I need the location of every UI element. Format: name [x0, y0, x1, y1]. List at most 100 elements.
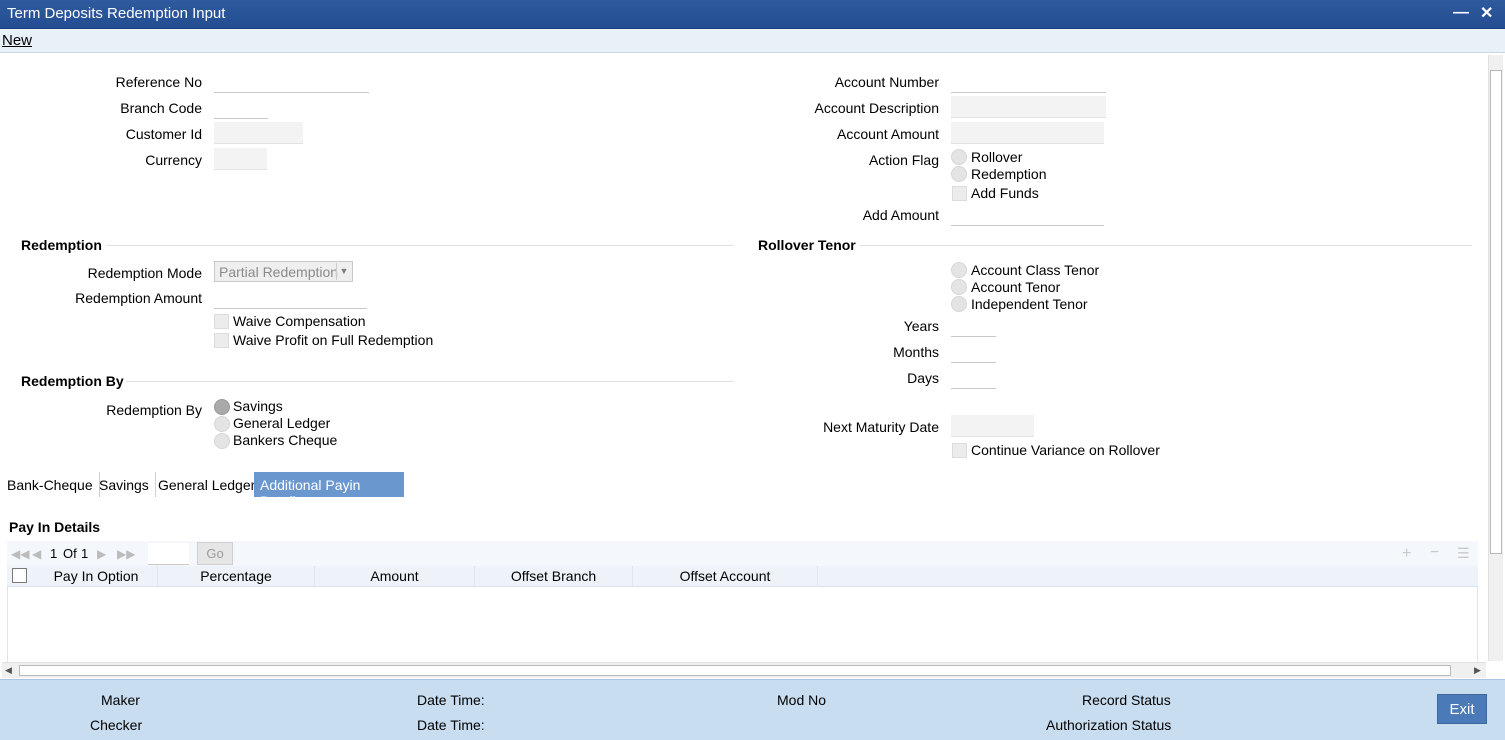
scrollbar-thumb[interactable] [1490, 70, 1502, 554]
redemption-by-section-title: Redemption By [21, 373, 124, 389]
select-all-checkbox[interactable] [12, 568, 27, 583]
account-description-field[interactable] [951, 96, 1106, 118]
horizontal-scroll-thumb[interactable] [19, 665, 1451, 676]
days-label: Days [907, 370, 939, 386]
page-number-input[interactable] [148, 543, 189, 565]
total-pages: 1 [81, 546, 89, 561]
add-funds-checkbox[interactable] [952, 186, 967, 201]
rollover-tenor-section-title: Rollover Tenor [758, 237, 856, 253]
savings-radio[interactable] [214, 399, 230, 415]
account-description-label: Account Description [814, 100, 939, 116]
tab-general-ledger[interactable]: General Ledger [152, 472, 263, 497]
close-icon[interactable]: ✕ [1480, 3, 1493, 23]
view-rows-icon[interactable]: ☰ [1457, 545, 1470, 562]
checker-label: Checker [90, 717, 143, 733]
exit-button[interactable]: Exit [1437, 694, 1487, 724]
bankers-cheque-radio[interactable] [214, 433, 230, 449]
currency-label: Currency [145, 152, 202, 168]
horizontal-scrollbar[interactable]: ◀ ▶ [2, 662, 1486, 678]
section-divider [106, 245, 734, 246]
tab-bank-cheque[interactable]: Bank-Cheque [1, 472, 100, 497]
first-page-icon[interactable]: ◀◀ [11, 547, 29, 561]
new-link[interactable]: New [2, 32, 32, 49]
next-page-icon[interactable]: ▶ [97, 547, 106, 561]
add-amount-label: Add Amount [862, 207, 939, 223]
last-page-icon[interactable]: ▶▶ [117, 547, 135, 561]
redemption-mode-value: Partial Redemption [219, 264, 339, 280]
branch-code-field[interactable] [214, 97, 268, 119]
months-field[interactable] [951, 341, 996, 363]
current-page: 1 [50, 546, 58, 561]
account-amount-field[interactable] [951, 122, 1104, 144]
section-divider [860, 245, 1472, 246]
waive-profit-checkbox[interactable] [214, 333, 229, 348]
page-of-label: Of [63, 546, 77, 561]
scroll-right-icon[interactable]: ▶ [1474, 665, 1481, 676]
account-tenor-radio[interactable] [951, 279, 967, 295]
reference-no-field[interactable] [214, 71, 369, 93]
add-row-icon[interactable]: + [1402, 545, 1411, 563]
redemption-mode-label: Redemption Mode [87, 265, 202, 281]
customer-id-label: Customer Id [125, 126, 202, 142]
column-header[interactable]: Percentage [158, 566, 315, 587]
audit-footer: Maker Checker Date Time: Date Time: Mod … [0, 679, 1505, 740]
account-number-field[interactable] [951, 71, 1106, 93]
redemption-radio-label: Redemption [971, 166, 1047, 182]
column-header[interactable]: Offset Branch [475, 566, 633, 587]
years-field[interactable] [951, 315, 996, 337]
days-field[interactable] [951, 367, 996, 389]
authorization-status-label: Authorization Status [1046, 717, 1172, 733]
account-tenor-label: Account Tenor [971, 279, 1061, 295]
vertical-scrollbar[interactable] [1488, 55, 1503, 661]
scroll-left-icon[interactable]: ◀ [5, 665, 12, 676]
next-maturity-date-field[interactable] [951, 415, 1034, 437]
tab-additional-payin-details[interactable]: Additional Payin Details [254, 472, 404, 509]
tab-savings[interactable]: Savings [93, 472, 156, 497]
title-bar: Term Deposits Redemption Input — ✕ [0, 0, 1505, 29]
action-flag-label: Action Flag [868, 152, 939, 168]
checker-date-time-label: Date Time: [417, 717, 485, 733]
waive-compensation-checkbox[interactable] [214, 314, 229, 329]
redemption-by-label: Redemption By [106, 402, 202, 418]
menu-bar: New [0, 29, 1505, 53]
account-amount-label: Account Amount [837, 126, 939, 142]
window-title: Term Deposits Redemption Input [7, 5, 226, 22]
independent-tenor-radio[interactable] [951, 296, 967, 312]
reference-no-label: Reference No [115, 74, 202, 90]
rollover-radio[interactable] [951, 149, 967, 165]
account-class-tenor-radio[interactable] [951, 262, 967, 278]
redemption-amount-field[interactable] [214, 287, 367, 309]
previous-page-icon[interactable]: ◀ [32, 547, 41, 561]
redemption-amount-label: Redemption Amount [75, 290, 202, 306]
column-header[interactable]: Pay In Option [35, 566, 158, 587]
column-header[interactable]: Amount [315, 566, 475, 587]
grid-body [7, 587, 1478, 662]
general-ledger-radio[interactable] [214, 416, 230, 432]
redemption-mode-select[interactable]: Partial Redemption ▼ [214, 261, 353, 282]
general-ledger-radio-label: General Ledger [233, 415, 331, 431]
section-divider [126, 381, 734, 382]
customer-id-field[interactable] [214, 122, 303, 144]
rollover-radio-label: Rollover [971, 149, 1023, 165]
account-class-tenor-label: Account Class Tenor [971, 262, 1100, 278]
delete-row-icon[interactable]: − [1430, 544, 1439, 562]
waive-compensation-label: Waive Compensation [233, 313, 366, 329]
add-amount-field[interactable] [951, 204, 1104, 226]
years-label: Years [903, 318, 939, 334]
currency-field[interactable] [214, 148, 267, 170]
continue-variance-checkbox[interactable] [952, 443, 967, 458]
branch-code-label: Branch Code [120, 100, 202, 116]
go-button[interactable]: Go [197, 542, 233, 565]
mod-no-label: Mod No [777, 692, 827, 708]
continue-variance-label: Continue Variance on Rollover [971, 442, 1160, 458]
grid-header: Pay In Option Percentage Amount Offset B… [7, 566, 1478, 587]
record-status-label: Record Status [1082, 692, 1171, 708]
column-header[interactable]: Offset Account [633, 566, 818, 587]
months-label: Months [893, 344, 939, 360]
chevron-down-icon[interactable]: ▼ [336, 263, 351, 280]
bankers-cheque-radio-label: Bankers Cheque [233, 432, 338, 448]
add-funds-label: Add Funds [971, 185, 1039, 201]
savings-radio-label: Savings [233, 398, 283, 414]
minimize-icon[interactable]: — [1453, 4, 1469, 22]
redemption-radio[interactable] [951, 166, 967, 182]
